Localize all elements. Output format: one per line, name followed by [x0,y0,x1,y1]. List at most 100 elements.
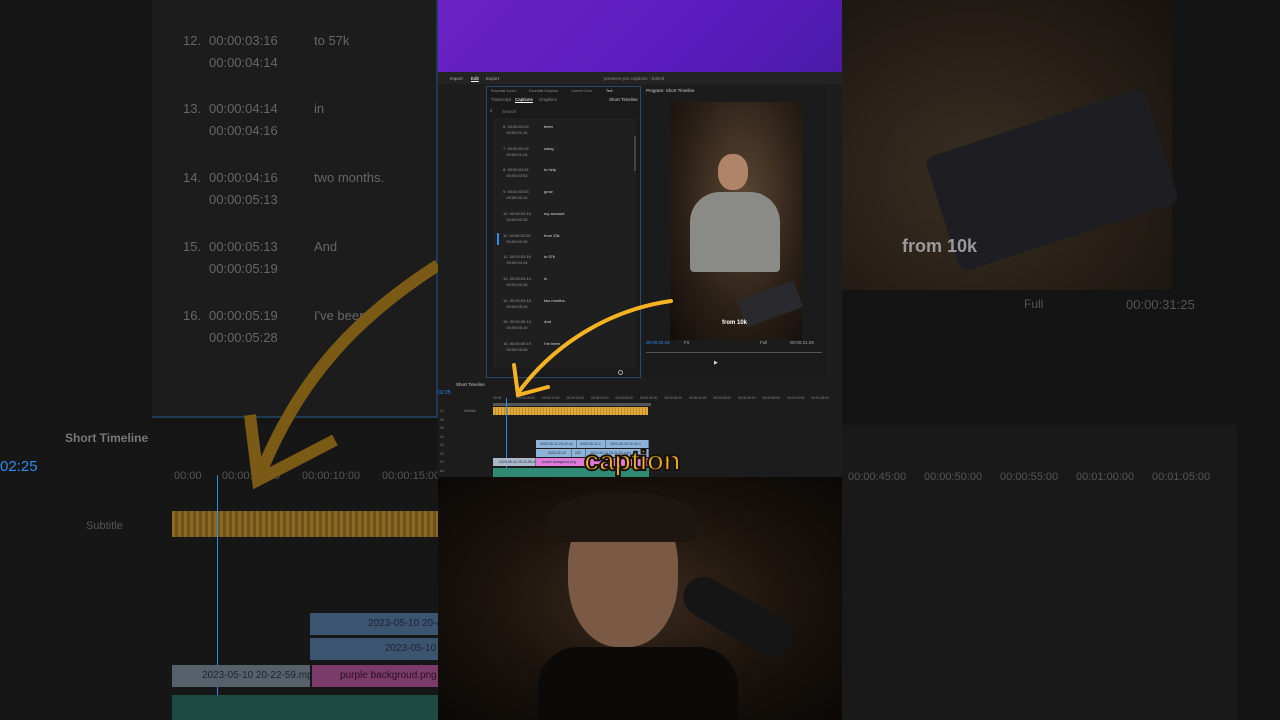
caption-row[interactable]: 6. 00:00:01:09 00:00:01:15 been [503,124,553,136]
menu-bar: Import Edit Export premiere pro captions… [438,72,842,84]
timeline-title: Short Timeline [65,431,149,445]
track-header[interactable]: C1 [440,409,444,413]
tab-graphics[interactable]: Graphics [539,97,557,102]
caption-in: 00:00:02:10 [509,210,531,216]
caption-in: 00:00:05:13 [209,239,278,254]
caption-in: 00:00:02:03 [507,189,529,195]
caption-text: using [544,145,554,151]
caption-out: 00:00:02:03 [506,173,528,179]
caption-out: 00:00:01:15 [506,130,528,135]
caption-out: 00:00:02:25 [506,216,528,222]
caption-number: 13. [503,275,509,281]
sequence-name: Short Timeline [609,97,638,102]
caption-number: 10. [503,210,509,216]
caption-out: 00:00:04:14 [209,55,278,70]
menu-import[interactable]: Import [450,76,463,81]
short-video-frame: Import Edit Export premiere pro captions… [438,0,842,720]
caption-overlay: from 10k [722,320,748,326]
caption-in: 00:00:02:25 [509,232,531,238]
caption-row[interactable]: 9. 00:00:02:03 00:00:02:10 grow [503,189,553,201]
ruler-label: 00:00:45:00 [713,396,731,400]
caption-number: 7. [503,145,507,151]
caption-number: 9. [503,189,507,195]
quality-select[interactable]: Full [760,340,767,345]
play-button[interactable]: ▶ [714,360,718,366]
arrow-icon [512,299,673,398]
tab-lumetri-color[interactable]: Lumetri Color [571,89,592,93]
caption-number: 16. [183,308,202,323]
menu-export[interactable]: Export [486,76,499,81]
timeline-timecode: 02:25 [438,390,451,396]
caption-row[interactable]: 8. 00:00:01:24 00:00:02:03 to help [503,167,556,179]
ruler-label: 00:00:55:00 [762,396,780,400]
tab-essential-sound[interactable]: Essential Sound [491,89,516,93]
caption-row[interactable]: 12. 00:00:03:16 00:00:04:14 to 57k [503,254,555,266]
premiere-screenshot: Import Edit Export premiere pro captions… [438,72,842,477]
duration: 00:00:31:25 [1126,297,1195,312]
track-header[interactable]: V3 [440,443,444,447]
person-hair [548,492,698,542]
tab-transcript[interactable]: Transcript [491,97,511,102]
menu-edit[interactable]: Edit [471,76,479,81]
track-header[interactable]: V2 [440,452,444,456]
caption-number: 15. [183,239,202,254]
clip[interactable]: 2023-05-10 20-42-12 [310,613,438,635]
ruler-label: 00:01:00:00 [1076,471,1135,483]
caption-text: grow [544,189,553,195]
ruler-label: 00:00:50:00 [738,396,756,400]
clip[interactable]: 2023-05-10 20-22-59.mp4 [172,665,310,687]
subtitle-track-clips[interactable] [493,407,648,415]
blurred-caption-row: 12. 00:00:03:16 00:00:04:14 to 57k [183,30,349,74]
caption-row[interactable]: 10. 00:00:02:10 00:00:02:25 my account [503,210,564,223]
active-caption-indicator [497,232,499,245]
caption-number: 14. [183,170,202,185]
clip[interactable]: 2023-05-10 20-22-59.mp4 [493,458,536,466]
caption-row[interactable]: 11. 00:00:02:25 00:00:03:16 from 10k [497,232,560,245]
caption-number: 11. [503,232,509,238]
caption-number: 8. [503,167,507,173]
tab-text[interactable]: Text [606,89,612,93]
track-header[interactable]: V1 [440,460,444,464]
fit-select[interactable]: Fit [684,340,689,345]
caption-in: 00:00:01:09 [507,124,529,129]
caption-out: 00:00:05:13 [209,192,278,207]
track-header[interactable]: V6 [440,418,444,422]
caption-out: 00:00:04:16 [506,281,528,287]
clip[interactable]: 2023-05-10 20-42-12 [536,440,577,448]
ruler-label: 00:01:05:00 [811,396,829,400]
caption-text: to 57k [544,254,555,260]
caption-row[interactable]: 7. 00:00:01:15 00:00:01:24 using [503,145,554,158]
audio-clip[interactable] [172,695,438,720]
caption-in: 00:00:04:14 [509,275,531,281]
tab-captions[interactable]: Captions [515,97,533,103]
caption-text: in [544,275,548,281]
caption-number: 6. [503,124,507,129]
ruler-label: 00:00 [493,396,502,400]
caption-out: 00:00:03:16 [506,238,528,244]
caption-text: my account [544,210,565,216]
scrollbar[interactable] [634,136,636,171]
overlay-caption: caption [583,444,682,477]
arrow-icon [244,259,438,490]
track-label: Subtitle [464,409,476,413]
caption-in: 00:00:01:15 [507,145,529,151]
blurred-caption-row: 14. 00:00:04:16 00:00:05:13 two months. [183,167,384,211]
clip[interactable]: purple backgroud.png [312,665,438,687]
track-header[interactable]: A1 [440,469,444,473]
caption-number: 12. [183,33,202,48]
clip[interactable]: 2023-05-10 [310,638,438,660]
program-title: Program: Short Timeline [646,88,695,93]
caption-text: been [544,124,553,129]
search-input[interactable]: Search [502,109,516,114]
caption-in: 00:00:04:16 [209,170,278,185]
caption-number: 12. [503,254,509,260]
caption-number: 13. [183,101,202,116]
track-header[interactable]: V4 [440,435,444,439]
quality-select: Full [1024,297,1044,311]
tab-essential-graphics[interactable]: Essential Graphics [529,89,558,93]
timeline-tab[interactable]: Short Timeline [456,382,485,387]
track-header[interactable]: V5 [440,426,444,430]
caption-text: from 10k [544,232,560,238]
clip[interactable]: 2023-05-10 [536,449,572,457]
caption-row[interactable]: 13. 00:00:04:14 00:00:04:16 in [503,275,547,288]
